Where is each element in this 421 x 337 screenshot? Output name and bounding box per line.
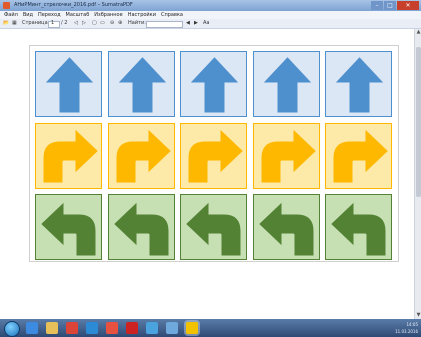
arrow-card — [107, 194, 175, 260]
arrow-card — [252, 194, 320, 260]
turn-right-arrow-icon — [261, 129, 316, 182]
turn-left-arrow-icon — [41, 202, 96, 256]
zoom-in-icon[interactable]: ⊕ — [118, 19, 122, 28]
sumatra-app-icon — [3, 2, 10, 9]
up-arrow-icon — [263, 57, 311, 113]
arrow-card — [180, 122, 247, 189]
menu-item-goto[interactable]: Переход — [38, 11, 61, 19]
page-total: / 2 — [61, 20, 68, 26]
tray-date: 11.03.2016 — [395, 329, 418, 334]
arrow-card — [325, 51, 392, 117]
scroll-thumb[interactable] — [416, 47, 421, 197]
match-case-icon[interactable]: Aa — [203, 19, 209, 28]
arrow-card — [107, 122, 175, 189]
scroll-down-icon[interactable]: ▼ — [415, 312, 421, 319]
menu-item-file[interactable]: Файл — [4, 11, 18, 19]
doc-icon[interactable] — [166, 322, 178, 334]
yandex-icon[interactable] — [106, 322, 118, 334]
find-next-icon[interactable]: ▶ — [194, 19, 198, 28]
turn-right-arrow-icon — [116, 129, 171, 182]
turn-left-arrow-icon — [331, 202, 386, 256]
photo-icon[interactable] — [146, 322, 158, 334]
page-label: Страница: — [22, 20, 50, 26]
pdf-page — [29, 45, 399, 262]
next-page-icon[interactable]: ▷ — [82, 19, 86, 28]
menu-item-help[interactable]: Справка — [161, 11, 183, 19]
arrow-card — [252, 51, 320, 117]
fit-width-icon[interactable]: ▭ — [100, 19, 105, 28]
turn-left-arrow-icon — [113, 202, 168, 256]
vertical-scrollbar[interactable]: ▲ ▼ — [414, 29, 421, 319]
up-arrow-icon — [335, 57, 384, 113]
arrow-card — [180, 51, 247, 117]
system-tray: 14:05 11.03.2016 — [395, 321, 418, 335]
arrow-card — [180, 194, 247, 260]
minimize-button[interactable]: – — [371, 1, 383, 10]
menu-bar: Файл Вид Переход Масштаб Избранное Настр… — [0, 11, 421, 19]
page-number-value: 1 — [51, 20, 55, 26]
window-titlebar: АНиРМинт_стрелочки_2016.pdf – SumatraPDF… — [0, 0, 421, 11]
menu-item-zoom[interactable]: Масштаб — [66, 11, 90, 19]
window-title: АНиРМинт_стрелочки_2016.pdf – SumatraPDF — [14, 2, 133, 8]
ie-icon[interactable] — [26, 322, 38, 334]
arrow-card — [35, 122, 102, 189]
explorer-icon[interactable] — [46, 322, 58, 334]
up-arrow-icon — [190, 57, 239, 113]
sumatra-icon[interactable] — [186, 322, 198, 334]
turn-right-arrow-icon — [188, 129, 243, 182]
zoom-out-icon[interactable]: ⊖ — [110, 19, 114, 28]
fit-page-icon[interactable]: ▢ — [92, 19, 97, 28]
find-prev-icon[interactable]: ◀ — [186, 19, 190, 28]
print-icon[interactable]: ▦ — [12, 19, 17, 28]
turn-left-arrow-icon — [258, 202, 313, 256]
up-arrow-icon — [45, 57, 94, 113]
menu-item-favorites[interactable]: Избранное — [94, 11, 122, 19]
acrobat-icon[interactable] — [126, 322, 138, 334]
wmp-icon[interactable] — [86, 322, 98, 334]
tray-time: 14:05 — [406, 322, 418, 327]
turn-left-arrow-icon — [186, 202, 241, 256]
document-canvas[interactable] — [4, 29, 414, 319]
taskbar: 14:05 11.03.2016 — [0, 319, 421, 337]
turn-right-arrow-icon — [333, 129, 388, 182]
find-input[interactable] — [146, 21, 183, 28]
open-icon[interactable]: 📂 — [3, 19, 9, 28]
chrome-icon[interactable] — [66, 322, 78, 334]
arrow-card — [107, 51, 175, 117]
arrow-card — [35, 194, 102, 260]
up-arrow-icon — [118, 57, 166, 113]
menu-item-settings[interactable]: Настройки — [128, 11, 156, 19]
toolbar: 📂 ▦ Страница: 1 / 2 ◁ ▷ ▢ ▭ ⊖ ⊕ Найти: ◀… — [0, 19, 421, 29]
arrow-card — [252, 122, 320, 189]
start-button[interactable] — [4, 321, 20, 337]
find-label: Найти: — [128, 20, 146, 26]
maximize-button[interactable]: □ — [384, 1, 396, 10]
prev-page-icon[interactable]: ◁ — [74, 19, 78, 28]
menu-item-view[interactable]: Вид — [23, 11, 33, 19]
turn-right-arrow-icon — [43, 129, 98, 182]
arrow-card — [35, 51, 102, 117]
arrow-card — [325, 194, 392, 260]
scroll-up-icon[interactable]: ▲ — [415, 29, 421, 36]
close-button[interactable]: ✕ — [397, 1, 419, 10]
arrow-card — [325, 122, 392, 189]
